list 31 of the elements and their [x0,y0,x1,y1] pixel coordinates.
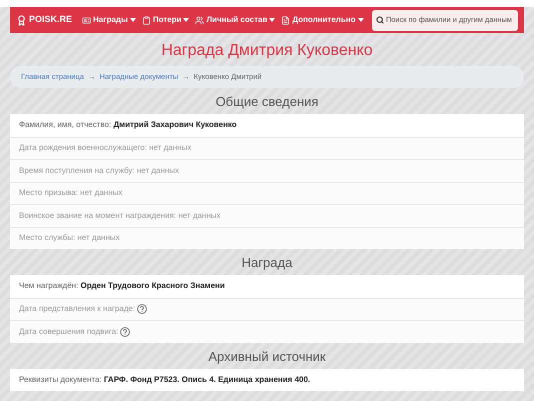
field-text: Место призыва: нет данных [19,187,122,200]
menu-icon [82,16,92,24]
menu-icon [142,16,151,24]
field-text: Место службы: нет данных [19,232,120,244]
nav-menu[interactable]: Награды [82,14,136,26]
menu-icon [195,16,204,24]
nav-menu[interactable]: Потери [142,14,190,26]
page-title: Награда Дмитрия Куковенко [160,41,374,61]
menu-icon [281,16,290,24]
nav-menu[interactable]: Личный состав [195,14,276,26]
search-icon [376,16,384,24]
help-icon[interactable] [137,304,148,314]
logo[interactable]: POISK.RE [29,13,72,27]
section-heading: Архивный источник [207,348,327,366]
help-icon[interactable] [120,326,130,337]
field-text: Реквизиты документа: ГАРФ. Фонд Р7523. Опись 4. Единица хранения 400. [19,374,310,386]
field-text: Дата представления к награде: [19,303,136,316]
caret-icon [130,18,136,22]
field-text: Дата совершения подвига: [19,326,118,338]
field-text: Дата рождения военнослужащего: нет данных [19,142,192,154]
field-text: Фамилия, имя, отчество: Дмитрий Захарович Куковенко [19,119,237,132]
caret-icon [183,18,190,22]
field-text: Время поступления на службу: нет данных [19,164,180,177]
section-heading: Общие сведения [214,93,320,111]
logo-icon [16,14,27,26]
section-heading: Награда [240,254,294,272]
field-text: Воинское звание на момент награждения: нет данных [19,210,221,222]
field-text: Чем награждён: Орден Трудового Красного Знамени [19,280,225,292]
caret-icon [269,18,276,22]
caret-icon [358,18,364,22]
nav-menu[interactable]: Дополнительно [281,14,364,26]
